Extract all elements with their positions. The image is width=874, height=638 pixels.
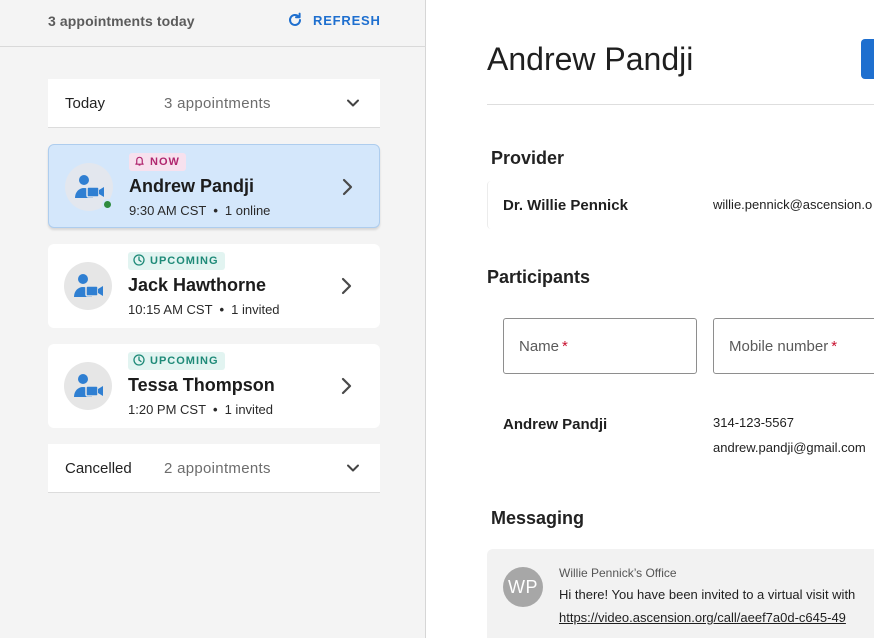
clock-icon: [133, 253, 145, 269]
required-mark: *: [831, 338, 838, 355]
participant-email: andrew.pandji@gmail.com: [713, 440, 866, 455]
separator-dot: •: [213, 203, 218, 218]
patient-name: Tessa Thompson: [128, 375, 275, 395]
refresh-label: REFRESH: [313, 12, 381, 28]
bell-icon: [134, 155, 145, 169]
chevron-right-icon: [340, 277, 354, 300]
participant-mobile-field[interactable]: Mobile number *: [713, 318, 874, 374]
status-badge: UPCOMING: [128, 252, 225, 270]
divider: [487, 104, 874, 105]
appointment-card-andrew-pandji[interactable]: NOW Andrew Pandji 9:30 AM CST • 1 online: [48, 144, 380, 228]
status-badge: UPCOMING: [128, 352, 225, 370]
video-person-icon: [64, 262, 112, 310]
section-cancelled[interactable]: Cancelled 2 appointments: [48, 444, 380, 493]
online-status-dot: [102, 199, 113, 210]
status-badge-label: UPCOMING: [150, 255, 219, 267]
participants-heading: Participants: [487, 267, 591, 287]
participant-phone: 314-123-5567: [713, 415, 794, 430]
appointment-detail-panel: Andrew Pandji Provider Dr. Willie Pennic…: [427, 0, 874, 638]
participant-name-field[interactable]: Name *: [503, 318, 697, 374]
participant-status: 1 online: [224, 203, 271, 218]
separator-dot: •: [219, 302, 225, 317]
page-title: Andrew Pandji: [487, 41, 694, 77]
section-today-title: Today: [65, 94, 106, 112]
participant-mobile-label: Mobile number *: [729, 338, 838, 355]
appointments-panel: 3 appointments today REFRESH Today 3 app…: [0, 0, 426, 638]
appointments-summary: 3 appointments today: [48, 13, 195, 29]
status-badge: NOW: [129, 153, 186, 171]
section-cancelled-title: Cancelled: [65, 459, 132, 477]
participant-name-label: Name *: [519, 338, 568, 355]
provider-name: Dr. Willie Pennick: [503, 197, 628, 214]
chevron-down-icon: [346, 461, 360, 480]
appointment-time: 9:30 AM CST: [129, 203, 207, 218]
status-badge-label: NOW: [150, 156, 180, 168]
messaging-heading: Messaging: [491, 508, 585, 528]
provider-email: willie.pennick@ascension.o: [713, 197, 873, 212]
appointment-meta: 1:20 PM CST • 1 invited: [128, 402, 273, 417]
appointment-card-tessa-thompson[interactable]: UPCOMING Tessa Thompson 1:20 PM CST • 1 in…: [48, 344, 380, 428]
separator-dot: •: [213, 402, 218, 417]
avatar: WP: [503, 567, 543, 607]
message-sender: Willie Pennick’s Office: [559, 566, 677, 580]
appointment-meta: 9:30 AM CST • 1 online: [129, 203, 270, 218]
appointment-time: 10:15 AM CST: [128, 302, 213, 317]
section-today-count: 3 appointments: [164, 94, 271, 112]
patient-name: Andrew Pandji: [129, 176, 255, 196]
message-link[interactable]: https://video.ascension.org/call/aeef7a0…: [559, 610, 846, 625]
required-mark: *: [562, 338, 568, 355]
status-badge-label: UPCOMING: [150, 355, 219, 367]
appointment-card-jack-hawthorne[interactable]: UPCOMING Jack Hawthorne 10:15 AM CST • 1 i…: [48, 244, 380, 328]
participant-name: Andrew Pandji: [503, 416, 608, 433]
message-bubble: WP Willie Pennick’s Office Hi there! You…: [487, 549, 874, 638]
participant-status: 1 invited: [231, 302, 280, 317]
chevron-right-icon: [341, 178, 355, 201]
appointment-time: 1:20 PM CST: [128, 402, 207, 417]
clock-icon: [133, 353, 145, 369]
section-today[interactable]: Today 3 appointments: [48, 79, 380, 128]
provider-heading: Provider: [491, 148, 565, 168]
refresh-icon: [287, 12, 303, 28]
appointment-meta: 10:15 AM CST • 1 invited: [128, 302, 280, 317]
video-person-icon: [64, 362, 112, 410]
appointments-header: 3 appointments today REFRESH: [0, 0, 426, 47]
refresh-button[interactable]: REFRESH: [287, 12, 381, 28]
participant-status: 1 invited: [224, 402, 274, 417]
chevron-right-icon: [340, 377, 354, 400]
primary-action-button[interactable]: [861, 39, 874, 79]
message-text: Hi there! You have been invited to a vir…: [559, 587, 856, 602]
section-cancelled-count: 2 appointments: [164, 459, 271, 477]
chevron-down-icon: [346, 96, 360, 115]
patient-name: Jack Hawthorne: [128, 275, 267, 295]
